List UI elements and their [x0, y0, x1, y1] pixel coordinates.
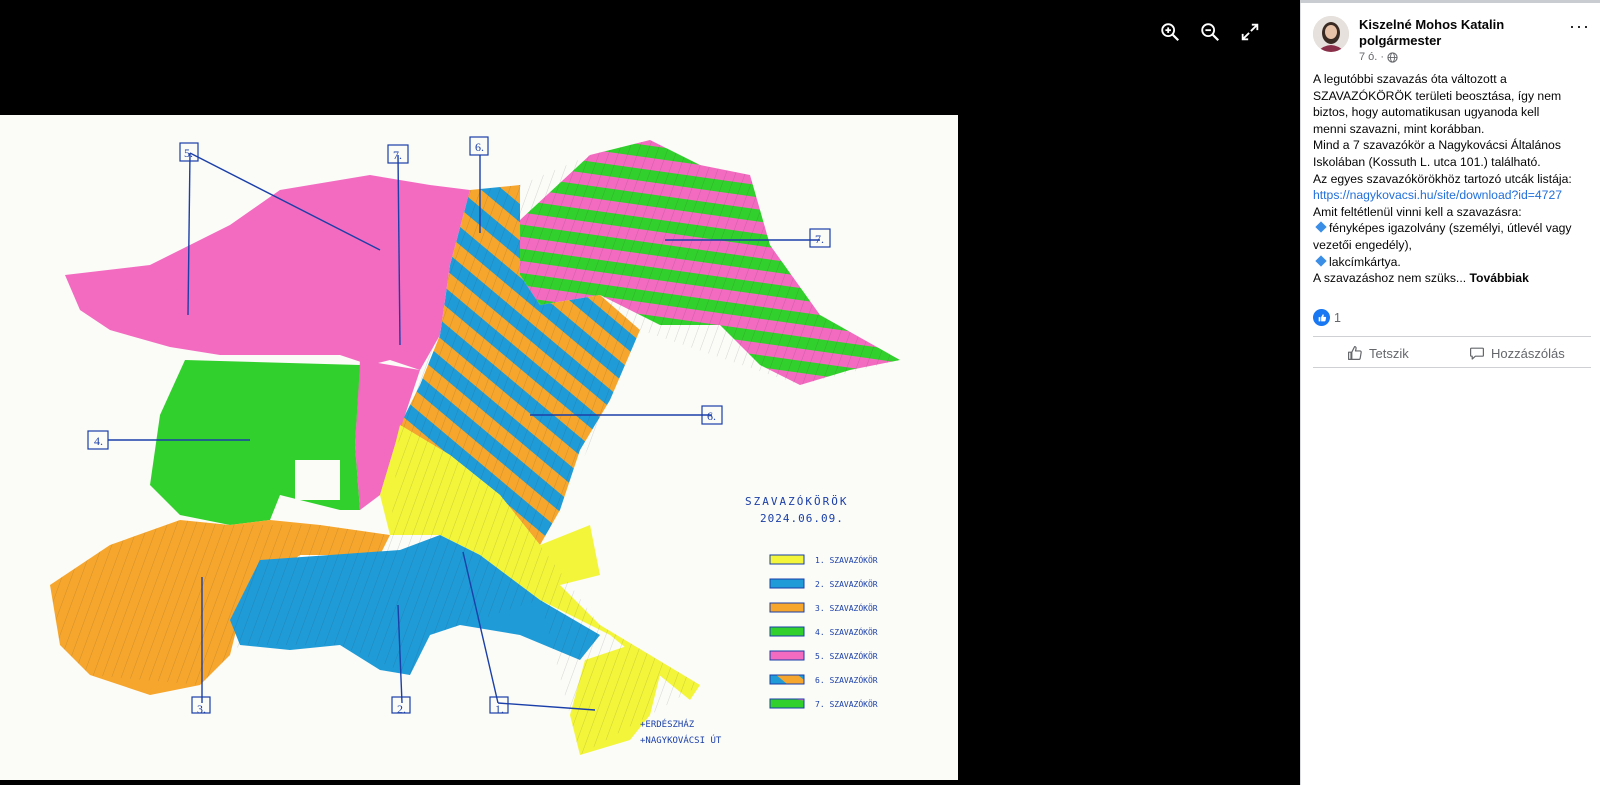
- district-number-4: 5.: [184, 146, 193, 160]
- district-number-2: 3.: [197, 702, 206, 716]
- post-line: vezetői engedély),: [1313, 237, 1412, 252]
- post-line: SZAVAZÓKÖRÖK területi beosztása, így nem: [1313, 88, 1562, 103]
- comment-icon: [1470, 347, 1484, 360]
- legend-label: 4. SZAVAZÓKÖR: [815, 626, 878, 637]
- zoom-in-icon: [1161, 23, 1180, 42]
- post-line: Az egyes szavazókörökhöz tartozó utcák l…: [1313, 171, 1572, 186]
- voting-district-map: 1. 2. 3. 4. 5. 6. 7. 6. 7. SZAVAZÓKÖRÖK …: [0, 115, 958, 780]
- post-side-panel: Kiszelné Mohos Katalin polgármester 7 ó.…: [1300, 3, 1600, 785]
- author-role-text: polgármester: [1359, 33, 1442, 48]
- see-more-link[interactable]: Továbbiak: [1469, 271, 1528, 285]
- author-name-text: Kiszelné Mohos Katalin: [1359, 17, 1505, 32]
- map-note: +ERDÉSZHÁZ: [640, 718, 695, 730]
- post-line: biztos, hogy automatikusan ugyanoda kell: [1313, 105, 1540, 120]
- zoom-in-button[interactable]: [1156, 18, 1184, 46]
- post-line: Mind a 7 szavazókör a Nagykovácsi Általá…: [1313, 138, 1561, 153]
- like-label: Tetszik: [1369, 345, 1409, 361]
- legend-label: 3. SZAVAZÓKÖR: [815, 602, 878, 613]
- map-note: +NAGYKOVÁCSI ÚT: [640, 734, 722, 746]
- district-number-1: 2.: [397, 702, 406, 716]
- legend-swatch: [769, 674, 805, 685]
- legend-swatch: [769, 578, 805, 589]
- zoom-out-icon: [1201, 23, 1220, 42]
- divider: [1313, 336, 1591, 337]
- district-number-5: 6.: [707, 409, 716, 423]
- legend-label: 2. SZAVAZÓKÖR: [815, 578, 878, 589]
- zoom-out-button[interactable]: [1196, 18, 1224, 46]
- legend-label: 5. SZAVAZÓKÖR: [815, 650, 878, 661]
- post-line: Amit feltétlenül vinni kell a szavazásra…: [1313, 204, 1522, 219]
- legend-label: 7. SZAVAZÓKÖR: [815, 698, 878, 709]
- comment-button[interactable]: Hozzászólás: [1469, 341, 1565, 365]
- post-line: A legutóbbi szavazás óta változott a: [1313, 72, 1507, 86]
- district-number-7: 6.: [475, 140, 484, 154]
- map-date: 2024.06.09.: [760, 512, 844, 525]
- avatar[interactable]: [1313, 16, 1349, 52]
- district-number-0: 1.: [495, 702, 504, 716]
- post-time[interactable]: 7 ó.: [1359, 51, 1377, 63]
- reaction-summary[interactable]: 1: [1313, 309, 1341, 326]
- post-line-truncated: A szavazáshoz nem szüks... Továbbiak: [1313, 270, 1595, 287]
- meta-dot: ·: [1380, 51, 1385, 63]
- more-options-icon[interactable]: ···: [1569, 17, 1590, 35]
- photo-viewer: 1. 2. 3. 4. 5. 6. 7. 6. 7. SZAVAZÓKÖRÖK …: [0, 0, 1300, 785]
- legend-swatch: [769, 626, 805, 637]
- thumbs-up-icon: [1348, 346, 1362, 360]
- diamond-icon: [1315, 221, 1327, 234]
- profile-photo: [1313, 16, 1349, 52]
- fullscreen-button[interactable]: [1236, 18, 1264, 46]
- bullet-item: fényképes igazolvány (személyi, útlevél …: [1313, 220, 1595, 237]
- post-meta: 7 ó. ·: [1359, 51, 1398, 63]
- bullet-text: fényképes igazolvány (személyi, útlevél …: [1329, 221, 1572, 236]
- post-line: Iskolában (Kossuth L. utca 101.) találha…: [1313, 154, 1541, 169]
- legend-label: 6. SZAVAZÓKÖR: [815, 674, 878, 685]
- like-reaction-icon: [1313, 309, 1330, 326]
- map-photo: 1. 2. 3. 4. 5. 6. 7. 6. 7. SZAVAZÓKÖRÖK …: [0, 115, 958, 780]
- diamond-icon: [1315, 254, 1327, 267]
- bullet-text: lakcímkártya.: [1329, 254, 1401, 269]
- like-button[interactable]: Tetszik: [1347, 341, 1409, 365]
- legend-swatch: [769, 554, 805, 565]
- map-title: SZAVAZÓKÖRÖK: [745, 495, 848, 508]
- post-text: A legutóbbi szavazás óta változott a SZA…: [1313, 71, 1595, 287]
- legend-swatch: [769, 650, 805, 661]
- legend-swatch: [769, 602, 805, 613]
- fullscreen-icon: [1241, 23, 1259, 41]
- legend-label: 1. SZAVAZÓKÖR: [815, 554, 878, 565]
- bullet-item: lakcímkártya.: [1313, 254, 1595, 271]
- download-link[interactable]: https://nagykovacsi.hu/site/download?id=…: [1313, 188, 1562, 202]
- legend-swatch: [769, 698, 805, 709]
- post-line: menni szavazni, mint korábban.: [1313, 121, 1485, 136]
- comment-label: Hozzászólás: [1491, 345, 1565, 361]
- globe-icon: [1387, 51, 1398, 63]
- district-number-8: 7.: [815, 232, 824, 246]
- reaction-count: 1: [1334, 310, 1341, 325]
- district-number-3: 4.: [94, 434, 103, 448]
- author-name[interactable]: Kiszelné Mohos Katalin polgármester: [1359, 17, 1569, 49]
- truncated-text: A szavazáshoz nem szüks...: [1313, 271, 1467, 286]
- district-number-6: 7.: [393, 148, 402, 162]
- divider: [1313, 367, 1591, 368]
